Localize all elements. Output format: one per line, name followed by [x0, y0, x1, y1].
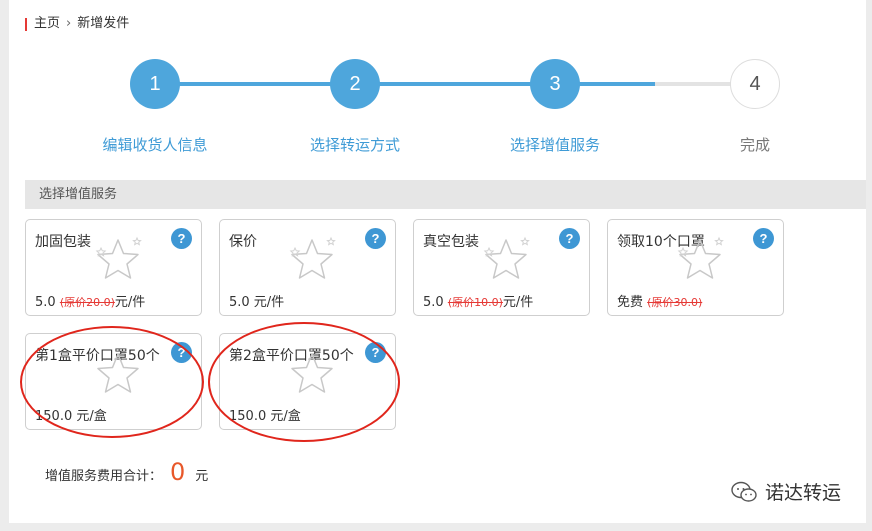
main-panel: 主页 › 新增发件 1 2 3 4 编辑收货人信息 选择转运方式 选择增值服务 … [9, 0, 866, 523]
breadcrumb-home[interactable]: 主页 [34, 14, 60, 34]
star-icon[interactable] [672, 232, 728, 288]
star-icon[interactable] [90, 232, 146, 288]
service-price: 5.0 (原价20.0)元/件 [35, 291, 145, 310]
total-value: 0 [170, 458, 186, 486]
service-price: 150.0 元/盒 [35, 409, 107, 424]
original-price: (原价30.0) [647, 296, 703, 309]
wechat-icon [731, 481, 757, 502]
total-label: 增值服务费用合计： [45, 469, 163, 484]
service-title: 保价 [229, 234, 257, 250]
star-icon[interactable] [478, 232, 534, 288]
service-card-vacuum-packing[interactable]: 真空包装 ? 5.0 (原价10.0)元/件 [413, 219, 590, 316]
service-price: 免费 (原价30.0) [617, 291, 702, 310]
help-icon[interactable]: ? [753, 228, 774, 249]
service-card-insurance[interactable]: 保价 ? 5.0 元/件 [219, 219, 396, 316]
help-icon[interactable]: ? [559, 228, 580, 249]
price-unit: 元/件 [502, 295, 534, 310]
service-title: 真空包装 [423, 234, 479, 250]
price-value: 5.0 [423, 295, 444, 310]
star-icon[interactable] [284, 346, 340, 402]
breadcrumb: 主页 › 新增发件 [25, 14, 129, 34]
help-icon[interactable]: ? [365, 228, 386, 249]
price-value: 免费 [617, 295, 644, 310]
service-price: 150.0 元/盒 [229, 409, 301, 424]
step-track-3-remaining [655, 82, 731, 86]
breadcrumb-marker [25, 17, 27, 31]
original-price: (原价10.0) [447, 296, 503, 309]
price-value: 5.0 [35, 295, 56, 310]
step-3-label: 选择增值服务 [509, 136, 600, 154]
breadcrumb-current: 新增发件 [77, 16, 130, 31]
service-price: 5.0 (原价10.0)元/件 [423, 291, 533, 310]
total-unit: 元 [195, 469, 209, 484]
original-price: (原价20.0) [59, 296, 115, 309]
chevron-right-icon: › [66, 16, 72, 31]
service-title: 加固包装 [35, 234, 91, 250]
service-price: 5.0 元/件 [229, 295, 285, 310]
step-2-label: 选择转运方式 [309, 136, 400, 154]
step-4-circle: 4 [730, 59, 780, 109]
total-fee: 增值服务费用合计： 0 元 [45, 458, 208, 486]
step-track-1 [179, 82, 339, 86]
price-unit: 元/件 [114, 295, 146, 310]
step-track-2 [379, 82, 539, 86]
step-track-3-progress [579, 82, 655, 86]
section-title: 选择增值服务 [25, 180, 866, 209]
help-icon[interactable]: ? [171, 228, 192, 249]
help-icon[interactable]: ? [365, 342, 386, 363]
service-card-mask-box-2[interactable]: 第2盒平价口罩50个 ? 150.0 元/盒 [219, 333, 396, 430]
step-1-circle: 1 [130, 59, 180, 109]
star-icon[interactable] [90, 346, 146, 402]
step-4-label: 完成 [739, 136, 770, 154]
step-2-circle: 2 [330, 59, 380, 109]
watermark: 诺达转运 [731, 478, 841, 505]
step-1-label: 编辑收货人信息 [102, 136, 208, 154]
star-icon[interactable] [284, 232, 340, 288]
service-card-reinforced-packing[interactable]: 加固包装 ? 5.0 (原价20.0)元/件 [25, 219, 202, 316]
service-card-free-masks[interactable]: 领取10个口罩 ? 免费 (原价30.0) [607, 219, 784, 316]
watermark-text: 诺达转运 [765, 482, 842, 504]
service-card-mask-box-1[interactable]: 第1盒平价口罩50个 ? 150.0 元/盒 [25, 333, 202, 430]
step-3-circle: 3 [530, 59, 580, 109]
help-icon[interactable]: ? [171, 342, 192, 363]
